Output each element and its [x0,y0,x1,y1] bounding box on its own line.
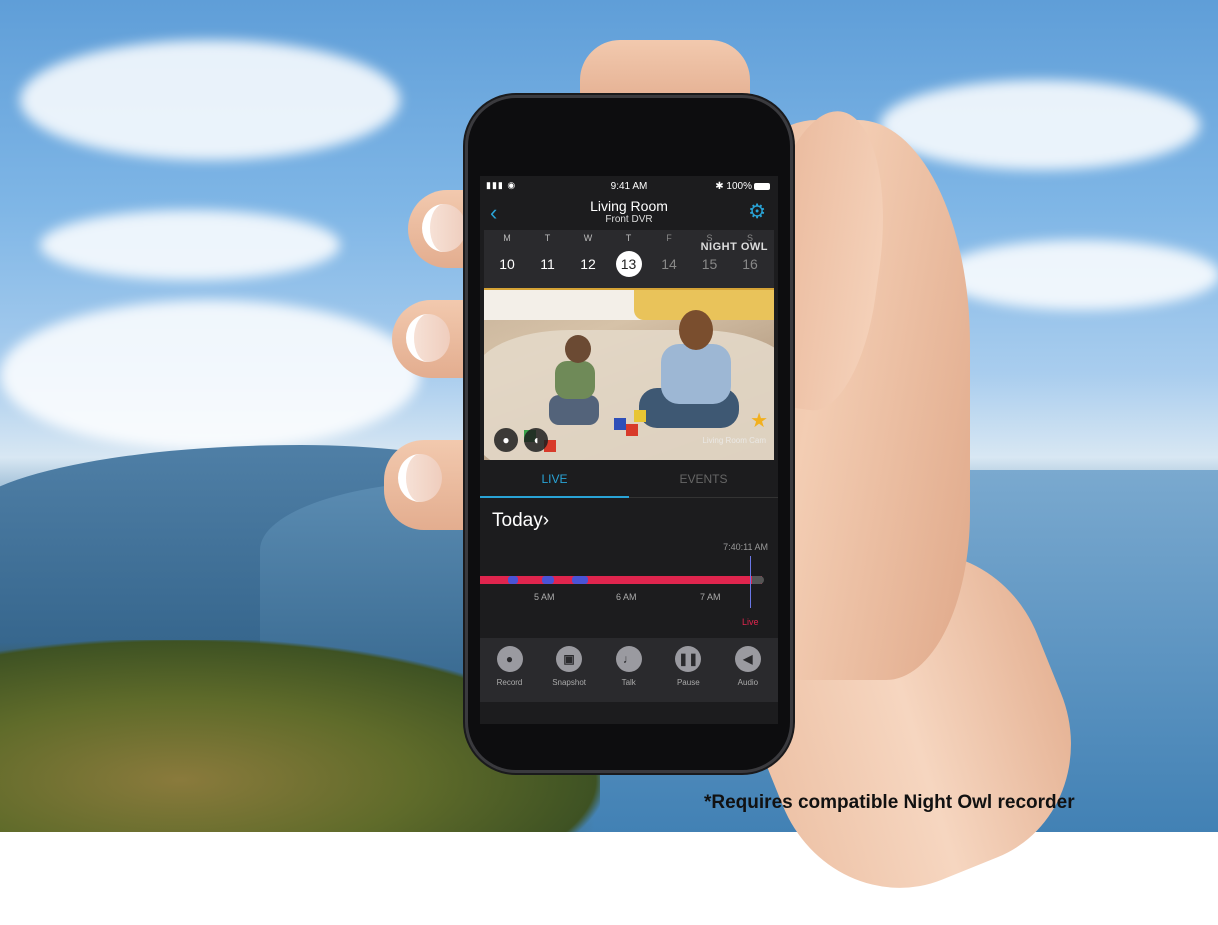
live-indicator[interactable]: Live [742,617,759,627]
day-letter: W [583,233,593,243]
tab-events[interactable]: EVENTS [629,472,778,486]
talk-button[interactable]: ♩ Talk [599,646,658,687]
tab-active-indicator [480,496,629,498]
pause-button[interactable]: ❚❚ Pause [659,646,718,687]
siren-icon[interactable]: ◖ [524,428,548,452]
control-label: Audio [737,678,759,687]
toy-block [614,418,626,430]
nav-bar: ‹ Living Room Front DVR ⚙ [480,196,778,230]
timeline-event[interactable] [542,576,554,584]
battery-text: ✱ 100% [715,181,752,192]
video-woman [639,310,749,440]
snapshot-button[interactable]: ▣ Snapshot [540,646,599,687]
timeline-hour-label: 6 AM [616,592,637,602]
tab-live[interactable]: LIVE [480,472,629,486]
day-14[interactable]: F 14 [649,230,689,277]
app-screen: ▮▮▮ ◉ 9:41 AM ✱ 100% ‹ Living Room Front… [480,176,778,724]
cloud [0,300,420,450]
day-letter: S [706,233,713,243]
live-video-feed[interactable]: ● ◖ ★ Living Room Cam [484,290,774,460]
page-title: Living Room [590,198,668,214]
camera-label: Living Room Cam [702,436,766,445]
cloud [40,210,340,280]
timeline-playhead[interactable] [750,556,751,608]
camera-icon: ▣ [556,646,583,672]
week-selector: NIGHT OWL M 10 T 11 W 12 T 13 F 14 S 15 S 16 [484,230,774,288]
microphone-icon: ♩ [615,646,642,672]
video-child [549,335,604,430]
day-10[interactable]: M 10 [487,230,527,277]
pause-icon: ❚❚ [675,646,702,672]
speaker-icon: ◀ [734,646,761,672]
battery-status: ✱ 100% [715,181,770,192]
day-label: Today [492,510,543,531]
cloud [940,240,1218,310]
day-letter: S [746,233,753,243]
control-bar: ● Record ▣ Snapshot ♩ Talk ❚❚ Pause ◀ Audio [480,638,778,702]
timeline-hour-label: 5 AM [534,592,555,602]
control-label: Record [496,678,523,687]
settings-gear-icon[interactable]: ⚙ [748,199,766,224]
control-label: Pause [676,678,700,687]
timeline-hour-label: 7 AM [700,592,721,602]
disclaimer-text: *Requires compatible Night Owl recorder [704,792,1075,813]
day-number: 12 [580,256,596,272]
chevron-right-icon: › [542,510,550,531]
status-bar: ▮▮▮ ◉ 9:41 AM ✱ 100% [480,176,778,198]
day-number: 11 [540,256,555,272]
record-icon: ● [496,646,523,672]
day-number: 14 [661,256,677,272]
day-number: 16 [742,256,758,272]
favorite-star-icon[interactable]: ★ [750,408,768,433]
day-letter: T [625,233,632,243]
light-bulb-icon[interactable]: ● [494,428,518,452]
control-label: Snapshot [552,678,586,687]
cloud [880,80,1200,170]
toy-block [634,410,646,422]
fingernail [398,454,442,502]
page-subtitle: Front DVR [605,214,653,225]
control-label: Talk [621,678,636,687]
timeline-track[interactable] [480,576,762,584]
record-button[interactable]: ● Record [480,646,539,687]
day-number: 15 [701,256,718,272]
fingernail [406,314,450,362]
timeline-event[interactable] [508,576,518,584]
day-16[interactable]: S 16 [730,230,770,277]
toy-block [626,424,638,436]
day-letter: T [544,233,551,243]
cloud [20,40,400,160]
fingernail [422,204,466,252]
day-15[interactable]: S 15 [690,230,730,277]
day-11[interactable]: T 11 [528,230,568,277]
phone: ▮▮▮ ◉ 9:41 AM ✱ 100% ‹ Living Room Front… [468,98,790,770]
day-number: 10 [499,256,515,272]
day-letter: F [666,233,672,243]
day-12[interactable]: W 12 [568,230,608,277]
day-letter: M [503,233,511,243]
timeline-future [752,576,764,584]
audio-button[interactable]: ◀ Audio [718,646,777,687]
timeline-event[interactable] [572,576,588,584]
day-13[interactable]: T 13 [609,230,649,277]
day-picker[interactable]: Today› [492,510,549,532]
view-tabs: LIVE EVENTS [480,462,778,498]
battery-icon [754,182,770,190]
day-number: 13 [615,251,642,277]
current-timestamp: 7:40:11 AM [723,542,768,552]
